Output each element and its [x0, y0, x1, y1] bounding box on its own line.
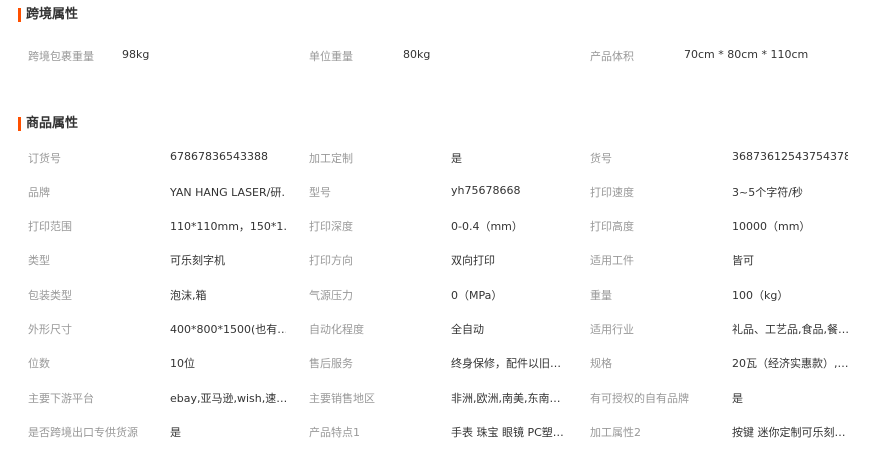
attr-label: 产品体积 — [590, 50, 634, 63]
attr-label: 包装类型 — [28, 289, 72, 302]
attr-value: 20瓦（经济实惠款）,… — [732, 357, 848, 370]
attr-label: 规格 — [590, 357, 612, 370]
attr-value: 非洲,欧洲,南美,东南… — [451, 392, 561, 405]
attr-label: 单位重量 — [309, 50, 353, 63]
attr-value: 是 — [732, 392, 743, 405]
attr-label: 是否跨境出口专供货源 — [28, 426, 138, 439]
attr-value: 10000（mm） — [732, 220, 811, 233]
attr-value: 70cm * 80cm * 110cm — [684, 48, 809, 61]
attr-value: ebay,亚马逊,wish,速… — [170, 392, 286, 405]
attr-value: 0-0.4（mm） — [451, 220, 523, 233]
attr-value: 36873612543754378 — [732, 150, 848, 163]
attr-value: yh75678668 — [451, 184, 521, 197]
attr-value: 是 — [451, 152, 462, 165]
attr-label: 打印高度 — [590, 220, 634, 233]
attr-value: YAN HANG LASER/研… — [170, 186, 286, 199]
attr-label: 型号 — [309, 186, 331, 199]
attr-label: 加工定制 — [309, 152, 353, 165]
attr-value: 皆可 — [732, 254, 754, 267]
attr-label: 主要下游平台 — [28, 392, 94, 405]
attr-value: 手表 珠宝 眼镜 PC塑… — [451, 426, 564, 439]
attr-label: 气源压力 — [309, 289, 353, 302]
attr-label: 售后服务 — [309, 357, 353, 370]
attr-value: 可乐刻字机 — [170, 254, 225, 267]
attr-value: 全自动 — [451, 323, 484, 336]
attr-label: 适用行业 — [590, 323, 634, 336]
attr-value: 110*110mm，150*1… — [170, 220, 286, 233]
attr-value: 3~5个字符/秒 — [732, 186, 803, 199]
attr-label: 订货号 — [28, 152, 61, 165]
attr-label: 位数 — [28, 357, 50, 370]
attr-value: 按键 迷你定制可乐刻… — [732, 426, 846, 439]
attr-label: 自动化程度 — [309, 323, 364, 336]
attr-value: 100（kg） — [732, 289, 789, 302]
attr-label: 打印方向 — [309, 254, 353, 267]
attr-label: 货号 — [590, 152, 612, 165]
section-accent-bar — [18, 8, 21, 22]
attr-value: 终身保修，配件以旧… — [451, 357, 561, 370]
attr-label: 适用工件 — [590, 254, 634, 267]
attr-label: 类型 — [28, 254, 50, 267]
attr-label: 打印范围 — [28, 220, 72, 233]
attr-label: 跨境包裹重量 — [28, 50, 94, 63]
cross-border-title: 跨境属性 — [18, 7, 78, 23]
attr-label: 打印深度 — [309, 220, 353, 233]
attr-label: 外形尺寸 — [28, 323, 72, 336]
product-attributes-title-text: 商品属性 — [26, 116, 79, 131]
attr-value: 80kg — [403, 48, 431, 61]
cross-border-title-text: 跨境属性 — [26, 7, 79, 22]
attr-label: 产品特点1 — [309, 426, 360, 439]
attr-label: 打印速度 — [590, 186, 634, 199]
attr-value: 礼品、工艺品,食品,餐… — [732, 323, 848, 336]
attr-value: 泡沫,箱 — [170, 289, 207, 302]
attr-label: 重量 — [590, 289, 612, 302]
attr-value: 400*800*1500(也有… — [170, 323, 286, 336]
attr-value: 98kg — [122, 48, 150, 61]
section-accent-bar — [18, 117, 21, 131]
attr-value: 67867836543388 — [170, 150, 268, 163]
attr-value: 10位 — [170, 357, 195, 370]
attr-value: 双向打印 — [451, 254, 495, 267]
attr-label: 有可授权的自有品牌 — [590, 392, 689, 405]
attr-label: 加工属性2 — [590, 426, 641, 439]
attr-value: 0（MPa） — [451, 289, 503, 302]
attr-value: 是 — [170, 426, 181, 439]
attr-label: 品牌 — [28, 186, 50, 199]
attr-label: 主要销售地区 — [309, 392, 375, 405]
product-attributes-title: 商品属性 — [18, 116, 78, 132]
